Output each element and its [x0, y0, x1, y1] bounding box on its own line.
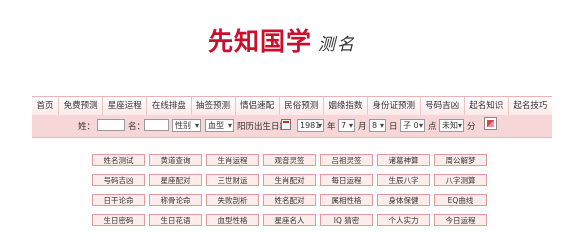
link-health-care[interactable]: 身体保健 — [377, 194, 430, 206]
minute-select[interactable]: 未知 — [439, 119, 464, 132]
link-star-sign-celebrities[interactable]: 星座名人 — [263, 214, 316, 226]
logo-side-text: 测名 — [318, 35, 356, 55]
link-bone-weight-fortune[interactable]: 称骨论命 — [149, 194, 202, 206]
surname-label: 姓： — [78, 122, 96, 132]
link-daily-fortune[interactable]: 每日运程 — [320, 174, 373, 186]
nav-item-online-chart[interactable]: 在线排盘 — [147, 97, 192, 115]
logo-main-text: 先知国学 — [208, 27, 313, 56]
nav-item-folk-prediction[interactable]: 民俗预测 — [280, 97, 324, 115]
hour-select[interactable]: 子 0 — [400, 119, 425, 132]
given-name-input[interactable] — [144, 119, 169, 131]
link-day-stem-fortune[interactable]: 日干论命 — [92, 194, 145, 206]
nav-item-draw-lots[interactable]: 抽签预测 — [192, 97, 236, 115]
gender-select[interactable]: 性别 — [172, 119, 201, 132]
query-button[interactable] — [484, 117, 497, 130]
link-birth-bazi[interactable]: 生辰八字 — [377, 174, 430, 186]
day-select[interactable]: 8 — [369, 119, 386, 132]
nav-item-couple-match[interactable]: 情侣速配 — [236, 97, 280, 115]
link-dream-interpretation[interactable]: 周公解梦 — [434, 154, 487, 166]
link-guanyin-lots[interactable]: 观音灵签 — [263, 154, 316, 166]
link-iq-puzzle[interactable]: IQ 猜密 — [320, 214, 373, 226]
nav-item-id-card-prediction[interactable]: 身份证预测 — [368, 97, 421, 115]
link-three-lives-wealth[interactable]: 三世财运 — [206, 174, 259, 186]
link-name-test[interactable]: 姓名测试 — [92, 154, 145, 166]
link-bazi-calculation[interactable]: 八字测算 — [434, 174, 487, 186]
link-failure-analysis[interactable]: 失败剖析 — [206, 194, 259, 206]
link-birthday-code[interactable]: 生日密码 — [92, 214, 145, 226]
nav-item-free-prediction[interactable]: 免费预测 — [59, 97, 104, 115]
link-lvzu-lots[interactable]: 吕祖灵签 — [320, 154, 373, 166]
link-number-luck[interactable]: 号码吉凶 — [92, 174, 145, 186]
calendar-icon[interactable] — [281, 119, 291, 130]
link-star-sign-match[interactable]: 星座配对 — [149, 174, 202, 186]
link-zodiac-fortune[interactable]: 生肖运程 — [206, 154, 259, 166]
minute-unit: 分 — [467, 122, 476, 132]
main-nav: 首页 免费预测 星座运程 在线排盘 抽签预测 情侣速配 民俗预测 姻缘指数 身份… — [32, 96, 552, 116]
year-select[interactable]: 1981 — [297, 119, 324, 132]
link-personal-strength[interactable]: 个人实力 — [377, 214, 430, 226]
hour-unit: 点 — [428, 122, 437, 132]
surname-input[interactable] — [97, 119, 125, 131]
nav-item-home[interactable]: 首页 — [32, 97, 60, 115]
link-eq-curve[interactable]: EQ曲线 — [434, 194, 487, 206]
link-blood-type-personality[interactable]: 血型性格 — [206, 214, 259, 226]
link-name-match[interactable]: 姓名配对 — [263, 194, 316, 206]
year-unit: 年 — [327, 122, 336, 132]
month-unit: 月 — [358, 122, 367, 132]
nav-item-number-luck[interactable]: 号码吉凶 — [421, 97, 465, 115]
name-test-form: 姓： 名： 性别 血型 阳历出生日期: 1981 年 7 月 8 日 子 0 点… — [32, 115, 552, 138]
site-logo: 先知国学 测名 — [200, 22, 390, 58]
day-unit: 日 — [389, 122, 398, 132]
month-select[interactable]: 7 — [338, 119, 355, 132]
nav-item-marriage-index[interactable]: 姻缘指数 — [324, 97, 368, 115]
nav-item-naming-knowledge[interactable]: 起名知识 — [465, 97, 509, 115]
link-zhuge-divination[interactable]: 诸葛神算 — [377, 154, 430, 166]
given-name-label: 名： — [128, 122, 146, 132]
nav-item-horoscope[interactable]: 星座运程 — [103, 97, 148, 115]
blood-type-select[interactable]: 血型 — [205, 119, 234, 132]
link-birthday-flower[interactable]: 生日花语 — [149, 214, 202, 226]
link-lucky-day-lookup[interactable]: 黄道查询 — [149, 154, 202, 166]
nav-item-naming-tips[interactable]: 起名技巧 — [509, 97, 552, 115]
link-today-fortune[interactable]: 今日运程 — [434, 214, 487, 226]
link-zodiac-personality[interactable]: 属相性格 — [320, 194, 373, 206]
link-zodiac-match[interactable]: 生肖配对 — [263, 174, 316, 186]
